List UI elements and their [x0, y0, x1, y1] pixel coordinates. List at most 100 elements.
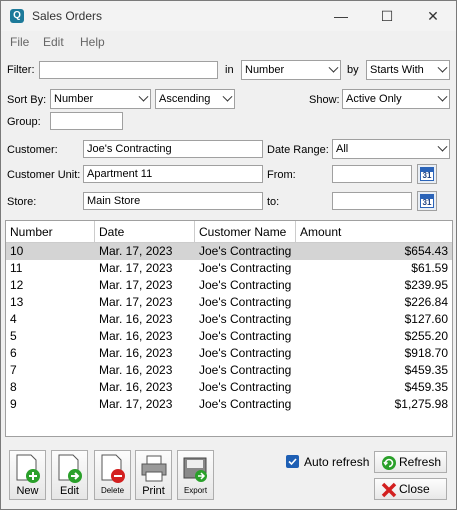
table-header: Number Date Customer Name Amount: [6, 221, 452, 243]
maximize-button[interactable]: ☐: [364, 1, 410, 31]
close-button[interactable]: Close: [374, 478, 447, 500]
column-header-number[interactable]: Number: [6, 221, 95, 243]
chevron-down-icon: [328, 62, 339, 73]
print-button[interactable]: Print: [135, 450, 172, 500]
menu-edit[interactable]: Edit: [43, 35, 64, 49]
cell-customer-name: Joe's Contracting: [199, 278, 292, 292]
table-row[interactable]: 7 Mar. 16, 2023 Joe's Contracting $459.35: [6, 362, 452, 379]
cell-date: Mar. 17, 2023: [99, 261, 173, 275]
cell-customer-name: Joe's Contracting: [199, 261, 292, 275]
cell-number: 12: [10, 278, 24, 292]
close-label: Close: [399, 482, 430, 496]
calendar-day: 31: [420, 198, 434, 208]
group-label: Group:: [7, 116, 41, 128]
store-label: Store:: [7, 196, 37, 208]
chevron-down-icon: [437, 62, 448, 73]
table-row[interactable]: 12 Mar. 17, 2023 Joe's Contracting $239.95: [6, 277, 452, 294]
delete-button[interactable]: Delete: [94, 450, 131, 500]
auto-refresh-checkbox[interactable]: [286, 455, 299, 468]
from-date-field[interactable]: [332, 165, 412, 183]
customer-unit-field[interactable]: Apartment 11: [83, 165, 263, 183]
cell-amount: $226.84: [404, 295, 448, 309]
refresh-icon: [382, 456, 396, 470]
menu-file[interactable]: File: [10, 35, 29, 49]
checkmark-icon: [288, 458, 297, 466]
new-button[interactable]: New: [9, 450, 46, 500]
customer-label: Customer:: [7, 144, 58, 156]
from-calendar-button[interactable]: 31: [417, 164, 437, 184]
new-label: New: [16, 485, 39, 497]
edit-button[interactable]: Edit: [51, 450, 88, 500]
column-header-amount[interactable]: Amount: [296, 221, 452, 243]
table-row[interactable]: 13 Mar. 17, 2023 Joe's Contracting $226.84: [6, 294, 452, 311]
sales-orders-window: Q Sales Orders — ☐ ✕ File Edit Help Filt…: [0, 0, 457, 510]
print-label: Print: [142, 485, 165, 497]
table-row[interactable]: 8 Mar. 16, 2023 Joe's Contracting $459.35: [6, 379, 452, 396]
table-row[interactable]: 10 Mar. 17, 2023 Joe's Contracting $654.43: [6, 243, 452, 260]
table-row[interactable]: 9 Mar. 17, 2023 Joe's Contracting $1,275.98: [6, 396, 452, 413]
chevron-down-icon: [222, 91, 233, 102]
cell-amount: $654.43: [404, 244, 448, 258]
table-row[interactable]: 5 Mar. 16, 2023 Joe's Contracting $255.20: [6, 328, 452, 345]
filter-field-value: Number: [245, 64, 285, 76]
group-input[interactable]: [50, 112, 123, 130]
store-field[interactable]: Main Store: [83, 192, 263, 210]
sort-field-dropdown[interactable]: Number: [50, 89, 151, 109]
close-window-button[interactable]: ✕: [410, 1, 456, 31]
column-header-customer-name[interactable]: Customer Name: [195, 221, 296, 243]
cell-amount: $127.60: [404, 312, 448, 326]
sort-order-dropdown[interactable]: Ascending: [155, 89, 235, 109]
cell-date: Mar. 17, 2023: [99, 278, 173, 292]
to-calendar-button[interactable]: 31: [417, 191, 437, 211]
menu-bar: File Edit Help: [1, 31, 456, 53]
show-value: Active Only: [346, 93, 402, 105]
cell-number: 8: [10, 380, 17, 394]
chevron-down-icon: [138, 91, 149, 102]
refresh-label: Refresh: [399, 455, 442, 469]
table-row[interactable]: 4 Mar. 16, 2023 Joe's Contracting $127.60: [6, 311, 452, 328]
filter-by-label: by: [347, 64, 359, 76]
column-header-date[interactable]: Date: [95, 221, 195, 243]
cell-date: Mar. 16, 2023: [99, 363, 173, 377]
sort-order-value: Ascending: [159, 93, 211, 105]
cell-date: Mar. 16, 2023: [99, 312, 173, 326]
menu-help[interactable]: Help: [80, 35, 105, 49]
cell-date: Mar. 16, 2023: [99, 329, 173, 343]
edit-label: Edit: [60, 485, 79, 497]
filter-label: Filter:: [7, 64, 35, 76]
customer-field[interactable]: Joe's Contracting: [83, 140, 263, 158]
auto-refresh-label: Auto refresh: [304, 455, 370, 469]
cell-amount: $459.35: [404, 363, 448, 377]
window-title: Sales Orders: [32, 9, 103, 23]
customer-unit-label: Customer Unit:: [7, 169, 81, 181]
date-range-dropdown[interactable]: All: [332, 139, 450, 159]
show-dropdown[interactable]: Active Only: [342, 89, 450, 109]
cell-customer-name: Joe's Contracting: [199, 346, 292, 360]
printer-icon: [141, 455, 167, 482]
orders-table[interactable]: Number Date Customer Name Amount 10 Mar. …: [5, 220, 453, 437]
calendar-day: 31: [420, 171, 434, 181]
cell-customer-name: Joe's Contracting: [199, 380, 292, 394]
sort-field-value: Number: [54, 93, 94, 105]
export-icon: [183, 457, 207, 482]
minimize-button[interactable]: —: [318, 1, 364, 31]
cell-amount: $918.70: [404, 346, 448, 360]
to-label: to:: [267, 196, 280, 208]
filter-field-dropdown[interactable]: Number: [241, 60, 341, 80]
chevron-down-icon: [437, 141, 448, 152]
cell-number: 10: [10, 244, 24, 258]
table-row[interactable]: 6 Mar. 16, 2023 Joe's Contracting $918.70: [6, 345, 452, 362]
table-row[interactable]: 11 Mar. 17, 2023 Joe's Contracting $61.59: [6, 260, 452, 277]
app-logo-icon: Q: [10, 9, 24, 23]
edit-document-icon: [58, 454, 82, 483]
cell-date: Mar. 17, 2023: [99, 295, 173, 309]
export-button[interactable]: Export: [177, 450, 214, 500]
filter-mode-dropdown[interactable]: Starts With: [366, 60, 450, 80]
refresh-button[interactable]: Refresh: [374, 451, 447, 473]
filter-input[interactable]: [39, 61, 218, 79]
cell-amount: $459.35: [404, 380, 448, 394]
filter-in-label: in: [225, 64, 234, 76]
cell-number: 5: [10, 329, 17, 343]
to-date-field[interactable]: [332, 192, 412, 210]
cell-amount: $61.59: [411, 261, 448, 275]
